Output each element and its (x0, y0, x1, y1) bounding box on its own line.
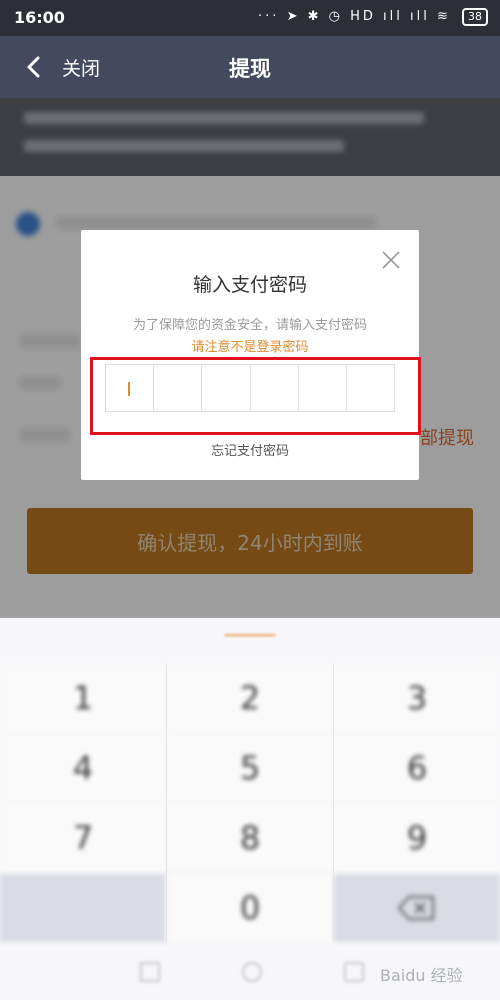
key-5[interactable]: 5 (167, 734, 333, 802)
highlight-frame (90, 357, 421, 435)
key-1[interactable]: 1 (0, 664, 166, 732)
keypad-divider (333, 664, 334, 942)
login-password-warning: 请注意不是登录密码 (191, 340, 309, 355)
keypad-divider (166, 664, 167, 942)
dialog-title: 输入支付密码 (192, 274, 307, 296)
key-6[interactable]: 6 (334, 734, 500, 802)
recent-apps-icon[interactable] (140, 962, 160, 982)
key-4[interactable]: 4 (0, 734, 166, 802)
key-3[interactable]: 3 (334, 664, 500, 732)
key-empty (0, 874, 166, 942)
close-icon[interactable] (379, 248, 403, 272)
key-0[interactable]: 0 (167, 874, 333, 942)
key-9[interactable]: 9 (334, 804, 500, 872)
back-nav-icon[interactable] (344, 962, 364, 982)
forgot-password-link[interactable]: 忘记支付密码 (81, 440, 419, 459)
page-title: 提现 (229, 57, 271, 81)
baidu-watermark: Baidu 经验 (380, 966, 463, 985)
keypad-hint: ━━━━━━ (224, 628, 276, 644)
status-time: 16:00 (14, 8, 65, 27)
key-delete[interactable] (334, 874, 500, 942)
password-dialog: 输入支付密码 为了保障您的资金安全，请输入支付密码 请注意不是登录密码 忘记支付… (81, 230, 419, 480)
backspace-icon (397, 896, 434, 920)
key-7[interactable]: 7 (0, 804, 166, 872)
security-hint: 为了保障您的资金安全，请输入支付密码 (132, 318, 367, 333)
home-icon[interactable] (242, 962, 262, 982)
nav-bar: 关闭 提现 (0, 36, 500, 98)
status-icons: ··· ➤ ✱ ◷ HD ıll ıll ≋ 38 (258, 8, 488, 26)
battery-icon: 38 (462, 8, 488, 26)
key-8[interactable]: 8 (167, 804, 333, 872)
numeric-keypad: ━━━━━━ 1 2 3 4 5 6 7 8 9 0 (0, 618, 500, 1000)
status-bar: 16:00 ··· ➤ ✱ ◷ HD ıll ıll ≋ 38 (0, 0, 500, 36)
status-signal-icons: ··· ➤ ✱ ◷ HD ıll ıll ≋ (258, 9, 451, 24)
key-2[interactable]: 2 (167, 664, 333, 732)
